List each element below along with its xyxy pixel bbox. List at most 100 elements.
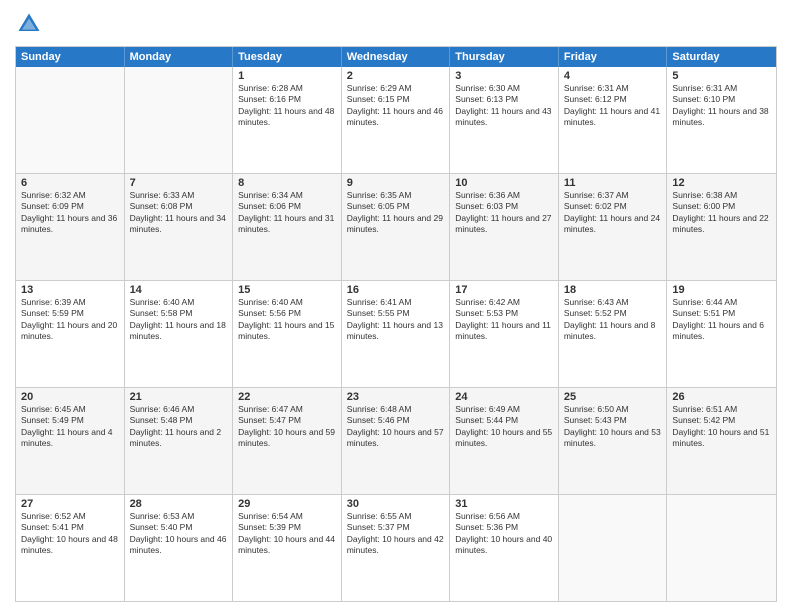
calendar-cell: 13Sunrise: 6:39 AM Sunset: 5:59 PM Dayli… xyxy=(16,281,125,387)
calendar-cell: 9Sunrise: 6:35 AM Sunset: 6:05 PM Daylig… xyxy=(342,174,451,280)
day-number: 6 xyxy=(21,177,119,189)
cell-info: Sunrise: 6:48 AM Sunset: 5:46 PM Dayligh… xyxy=(347,404,445,450)
cell-info: Sunrise: 6:29 AM Sunset: 6:15 PM Dayligh… xyxy=(347,83,445,129)
calendar-cell: 20Sunrise: 6:45 AM Sunset: 5:49 PM Dayli… xyxy=(16,388,125,494)
calendar-cell: 30Sunrise: 6:55 AM Sunset: 5:37 PM Dayli… xyxy=(342,495,451,601)
day-number: 4 xyxy=(564,70,662,82)
day-number: 20 xyxy=(21,391,119,403)
logo xyxy=(15,10,47,38)
calendar-cell xyxy=(125,67,234,173)
cell-info: Sunrise: 6:45 AM Sunset: 5:49 PM Dayligh… xyxy=(21,404,119,450)
calendar-cell: 5Sunrise: 6:31 AM Sunset: 6:10 PM Daylig… xyxy=(667,67,776,173)
calendar-cell xyxy=(559,495,668,601)
cell-info: Sunrise: 6:28 AM Sunset: 6:16 PM Dayligh… xyxy=(238,83,336,129)
day-number: 16 xyxy=(347,284,445,296)
calendar-cell: 28Sunrise: 6:53 AM Sunset: 5:40 PM Dayli… xyxy=(125,495,234,601)
cell-info: Sunrise: 6:47 AM Sunset: 5:47 PM Dayligh… xyxy=(238,404,336,450)
day-number: 17 xyxy=(455,284,553,296)
cell-info: Sunrise: 6:44 AM Sunset: 5:51 PM Dayligh… xyxy=(672,297,771,343)
cell-info: Sunrise: 6:56 AM Sunset: 5:36 PM Dayligh… xyxy=(455,511,553,557)
day-number: 21 xyxy=(130,391,228,403)
page: SundayMondayTuesdayWednesdayThursdayFrid… xyxy=(0,0,792,612)
calendar-cell: 14Sunrise: 6:40 AM Sunset: 5:58 PM Dayli… xyxy=(125,281,234,387)
day-number: 8 xyxy=(238,177,336,189)
day-number: 28 xyxy=(130,498,228,510)
cell-info: Sunrise: 6:30 AM Sunset: 6:13 PM Dayligh… xyxy=(455,83,553,129)
calendar-cell: 26Sunrise: 6:51 AM Sunset: 5:42 PM Dayli… xyxy=(667,388,776,494)
calendar-cell: 29Sunrise: 6:54 AM Sunset: 5:39 PM Dayli… xyxy=(233,495,342,601)
calendar-row: 6Sunrise: 6:32 AM Sunset: 6:09 PM Daylig… xyxy=(16,173,776,280)
calendar-cell: 18Sunrise: 6:43 AM Sunset: 5:52 PM Dayli… xyxy=(559,281,668,387)
day-number: 11 xyxy=(564,177,662,189)
calendar-cell: 15Sunrise: 6:40 AM Sunset: 5:56 PM Dayli… xyxy=(233,281,342,387)
calendar-cell: 12Sunrise: 6:38 AM Sunset: 6:00 PM Dayli… xyxy=(667,174,776,280)
calendar-row: 27Sunrise: 6:52 AM Sunset: 5:41 PM Dayli… xyxy=(16,494,776,601)
day-number: 30 xyxy=(347,498,445,510)
cell-info: Sunrise: 6:33 AM Sunset: 6:08 PM Dayligh… xyxy=(130,190,228,236)
calendar-cell: 1Sunrise: 6:28 AM Sunset: 6:16 PM Daylig… xyxy=(233,67,342,173)
calendar-row: 13Sunrise: 6:39 AM Sunset: 5:59 PM Dayli… xyxy=(16,280,776,387)
cell-info: Sunrise: 6:37 AM Sunset: 6:02 PM Dayligh… xyxy=(564,190,662,236)
calendar-cell: 4Sunrise: 6:31 AM Sunset: 6:12 PM Daylig… xyxy=(559,67,668,173)
cell-info: Sunrise: 6:54 AM Sunset: 5:39 PM Dayligh… xyxy=(238,511,336,557)
calendar-cell xyxy=(16,67,125,173)
calendar: SundayMondayTuesdayWednesdayThursdayFrid… xyxy=(15,46,777,602)
cell-info: Sunrise: 6:49 AM Sunset: 5:44 PM Dayligh… xyxy=(455,404,553,450)
day-number: 10 xyxy=(455,177,553,189)
calendar-cell: 27Sunrise: 6:52 AM Sunset: 5:41 PM Dayli… xyxy=(16,495,125,601)
cell-info: Sunrise: 6:50 AM Sunset: 5:43 PM Dayligh… xyxy=(564,404,662,450)
cell-info: Sunrise: 6:52 AM Sunset: 5:41 PM Dayligh… xyxy=(21,511,119,557)
day-number: 14 xyxy=(130,284,228,296)
cell-info: Sunrise: 6:46 AM Sunset: 5:48 PM Dayligh… xyxy=(130,404,228,450)
calendar-cell: 19Sunrise: 6:44 AM Sunset: 5:51 PM Dayli… xyxy=(667,281,776,387)
cell-info: Sunrise: 6:55 AM Sunset: 5:37 PM Dayligh… xyxy=(347,511,445,557)
day-number: 27 xyxy=(21,498,119,510)
day-number: 13 xyxy=(21,284,119,296)
calendar-cell xyxy=(667,495,776,601)
day-number: 31 xyxy=(455,498,553,510)
cell-info: Sunrise: 6:32 AM Sunset: 6:09 PM Dayligh… xyxy=(21,190,119,236)
calendar-cell: 6Sunrise: 6:32 AM Sunset: 6:09 PM Daylig… xyxy=(16,174,125,280)
day-number: 15 xyxy=(238,284,336,296)
cell-info: Sunrise: 6:41 AM Sunset: 5:55 PM Dayligh… xyxy=(347,297,445,343)
day-number: 3 xyxy=(455,70,553,82)
calendar-cell: 17Sunrise: 6:42 AM Sunset: 5:53 PM Dayli… xyxy=(450,281,559,387)
calendar-cell: 10Sunrise: 6:36 AM Sunset: 6:03 PM Dayli… xyxy=(450,174,559,280)
calendar-cell: 23Sunrise: 6:48 AM Sunset: 5:46 PM Dayli… xyxy=(342,388,451,494)
calendar-cell: 22Sunrise: 6:47 AM Sunset: 5:47 PM Dayli… xyxy=(233,388,342,494)
day-number: 24 xyxy=(455,391,553,403)
cell-info: Sunrise: 6:43 AM Sunset: 5:52 PM Dayligh… xyxy=(564,297,662,343)
day-number: 18 xyxy=(564,284,662,296)
day-number: 26 xyxy=(672,391,771,403)
calendar-row: 1Sunrise: 6:28 AM Sunset: 6:16 PM Daylig… xyxy=(16,67,776,173)
weekday-header: Tuesday xyxy=(233,47,342,67)
calendar-cell: 16Sunrise: 6:41 AM Sunset: 5:55 PM Dayli… xyxy=(342,281,451,387)
calendar-cell: 21Sunrise: 6:46 AM Sunset: 5:48 PM Dayli… xyxy=(125,388,234,494)
cell-info: Sunrise: 6:31 AM Sunset: 6:10 PM Dayligh… xyxy=(672,83,771,129)
cell-info: Sunrise: 6:53 AM Sunset: 5:40 PM Dayligh… xyxy=(130,511,228,557)
day-number: 29 xyxy=(238,498,336,510)
calendar-cell: 2Sunrise: 6:29 AM Sunset: 6:15 PM Daylig… xyxy=(342,67,451,173)
calendar-cell: 11Sunrise: 6:37 AM Sunset: 6:02 PM Dayli… xyxy=(559,174,668,280)
day-number: 19 xyxy=(672,284,771,296)
calendar-body: 1Sunrise: 6:28 AM Sunset: 6:16 PM Daylig… xyxy=(16,67,776,601)
calendar-cell: 8Sunrise: 6:34 AM Sunset: 6:06 PM Daylig… xyxy=(233,174,342,280)
cell-info: Sunrise: 6:35 AM Sunset: 6:05 PM Dayligh… xyxy=(347,190,445,236)
day-number: 23 xyxy=(347,391,445,403)
cell-info: Sunrise: 6:38 AM Sunset: 6:00 PM Dayligh… xyxy=(672,190,771,236)
logo-icon xyxy=(15,10,43,38)
calendar-cell: 24Sunrise: 6:49 AM Sunset: 5:44 PM Dayli… xyxy=(450,388,559,494)
weekday-header: Sunday xyxy=(16,47,125,67)
day-number: 7 xyxy=(130,177,228,189)
calendar-cell: 7Sunrise: 6:33 AM Sunset: 6:08 PM Daylig… xyxy=(125,174,234,280)
cell-info: Sunrise: 6:42 AM Sunset: 5:53 PM Dayligh… xyxy=(455,297,553,343)
cell-info: Sunrise: 6:31 AM Sunset: 6:12 PM Dayligh… xyxy=(564,83,662,129)
cell-info: Sunrise: 6:40 AM Sunset: 5:58 PM Dayligh… xyxy=(130,297,228,343)
cell-info: Sunrise: 6:51 AM Sunset: 5:42 PM Dayligh… xyxy=(672,404,771,450)
day-number: 22 xyxy=(238,391,336,403)
weekday-header: Friday xyxy=(559,47,668,67)
cell-info: Sunrise: 6:39 AM Sunset: 5:59 PM Dayligh… xyxy=(21,297,119,343)
cell-info: Sunrise: 6:36 AM Sunset: 6:03 PM Dayligh… xyxy=(455,190,553,236)
weekday-header: Saturday xyxy=(667,47,776,67)
calendar-row: 20Sunrise: 6:45 AM Sunset: 5:49 PM Dayli… xyxy=(16,387,776,494)
